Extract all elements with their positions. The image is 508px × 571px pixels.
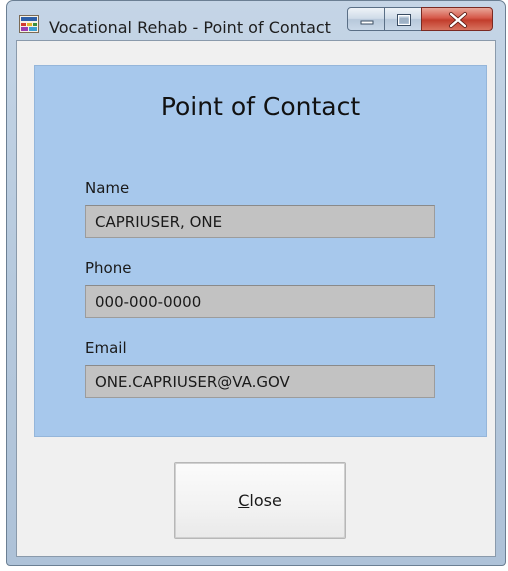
close-button-mnemonic: C [238,491,250,510]
close-button[interactable]: Close [174,462,346,539]
phone-field[interactable]: 000-000-0000 [85,285,435,318]
title-bar[interactable]: Vocational Rehab - Point of Contact [7,1,505,41]
maximize-button[interactable] [384,7,422,31]
name-field[interactable]: CAPRIUSER, ONE [85,205,435,238]
email-label: Email [85,339,127,357]
panel-title: Point of Contact [160,92,361,121]
email-field[interactable]: ONE.CAPRIUSER@VA.GOV [85,365,435,398]
phone-label: Phone [85,259,132,277]
close-window-button[interactable] [421,7,493,31]
app-icon [19,15,39,33]
window-title: Vocational Rehab - Point of Contact [49,18,331,37]
dialog-window: Vocational Rehab - Point of Contact Poin… [6,0,506,566]
dialog-body: Point of Contact Name CAPRIUSER, ONE Pho… [16,40,496,557]
caption-buttons [347,7,499,33]
name-label: Name [85,179,130,197]
minimize-button[interactable] [347,7,385,31]
close-button-label: lose [249,491,282,510]
contact-panel: Point of Contact Name CAPRIUSER, ONE Pho… [34,65,487,437]
